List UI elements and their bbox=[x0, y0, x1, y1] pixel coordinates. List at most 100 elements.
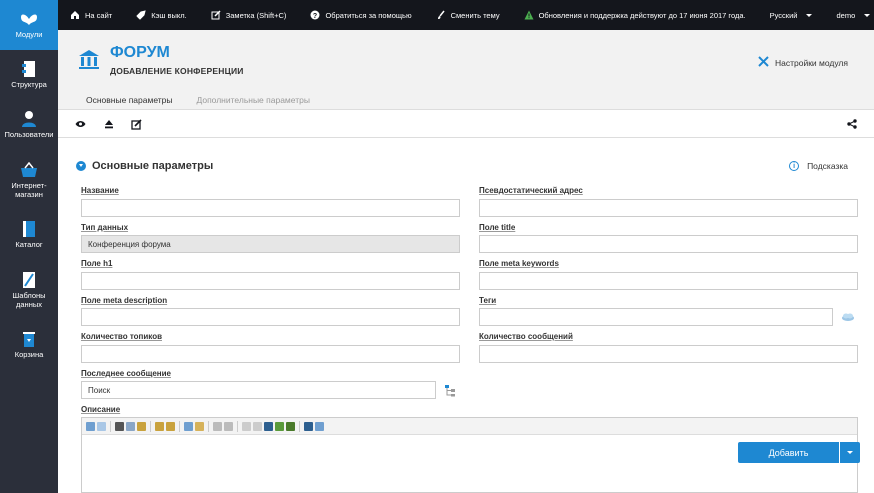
user-label: demo bbox=[836, 10, 856, 20]
copy-icon[interactable] bbox=[126, 421, 135, 431]
tree-select-icon[interactable] bbox=[443, 383, 457, 397]
question-icon: ? bbox=[310, 10, 320, 20]
description-label: Описание bbox=[81, 405, 121, 414]
link-icon[interactable] bbox=[242, 421, 251, 431]
name-label: Название bbox=[81, 186, 119, 195]
paste-icon[interactable] bbox=[137, 421, 146, 431]
pseudo-address-label: Псевдостатический адрес bbox=[479, 186, 583, 195]
book-icon bbox=[20, 220, 38, 238]
remove-format-icon[interactable] bbox=[195, 421, 204, 431]
help-label: Обратиться за помощью bbox=[325, 10, 412, 20]
chevron-down-icon bbox=[847, 451, 853, 454]
user-menu[interactable]: demo bbox=[824, 0, 874, 30]
chevron-down-icon bbox=[864, 13, 871, 17]
module-settings-button[interactable]: Настройки модуля bbox=[758, 56, 848, 69]
sidebar-item-templates[interactable]: Шаблоны данных bbox=[0, 260, 58, 320]
info-icon: i bbox=[789, 161, 800, 171]
theme-label: Сменить тему bbox=[450, 10, 500, 20]
select-all-icon[interactable] bbox=[184, 421, 193, 431]
sidebar: Модули Структура Пользователи Интернет-м… bbox=[0, 0, 58, 493]
media-icon[interactable] bbox=[286, 421, 295, 431]
sidebar-item-label: Интернет-магазин bbox=[11, 180, 47, 199]
fullscreen-icon[interactable] bbox=[97, 421, 106, 431]
share-icon[interactable] bbox=[846, 118, 858, 130]
topics-count-input[interactable] bbox=[81, 345, 460, 363]
add-options-button[interactable] bbox=[840, 442, 860, 463]
name-input[interactable] bbox=[81, 199, 460, 217]
page-title: ФОРУМ bbox=[110, 44, 170, 61]
action-toolbar bbox=[58, 110, 874, 138]
brush-icon bbox=[436, 10, 446, 20]
edit-icon[interactable] bbox=[130, 118, 142, 130]
h1-label: Поле h1 bbox=[81, 259, 113, 268]
tags-input[interactable] bbox=[479, 308, 833, 326]
unlink-icon[interactable] bbox=[253, 421, 262, 431]
sidebar-item-structure[interactable]: Структура bbox=[0, 50, 58, 100]
forum-building-icon bbox=[78, 48, 100, 70]
meta-description-input[interactable] bbox=[81, 308, 460, 326]
redo-icon[interactable] bbox=[224, 421, 233, 431]
datatype-field: Конференция форума bbox=[81, 235, 460, 253]
image-icon[interactable] bbox=[275, 421, 284, 431]
rocket-icon bbox=[136, 10, 146, 20]
editor-toolbar bbox=[82, 418, 857, 435]
cache-toggle[interactable]: Кэш выкл. bbox=[124, 0, 199, 30]
section-header[interactable]: Основные параметры bbox=[76, 160, 213, 172]
last-message-input[interactable]: Поиск bbox=[81, 381, 436, 399]
sidebar-item-label: Шаблоны данных bbox=[12, 290, 46, 309]
preview-icon[interactable] bbox=[86, 421, 95, 431]
warning-icon bbox=[524, 10, 534, 20]
sidebar-item-catalog[interactable]: Каталог bbox=[0, 210, 58, 260]
sidebar-item-users[interactable]: Пользователи bbox=[0, 100, 58, 150]
html-source-icon[interactable] bbox=[315, 421, 324, 431]
meta-keywords-label: Поле meta keywords bbox=[479, 259, 559, 268]
top-bar: На сайт Кэш выкл. Заметка (Shift+C) ? Об… bbox=[58, 0, 874, 30]
eject-icon[interactable] bbox=[103, 118, 115, 130]
basket-icon bbox=[20, 161, 38, 179]
update-label: Обновления и поддержка действуют до 17 и… bbox=[538, 10, 746, 20]
structure-icon bbox=[20, 60, 38, 78]
language-select[interactable]: Русский bbox=[758, 0, 825, 30]
special-char-icon[interactable] bbox=[304, 421, 313, 431]
note-button[interactable]: Заметка (Shift+C) bbox=[199, 0, 299, 30]
update-notice[interactable]: Обновления и поддержка действуют до 17 и… bbox=[512, 0, 758, 30]
hint-button[interactable]: i Подсказка bbox=[789, 161, 848, 171]
topics-count-label: Количество топиков bbox=[81, 332, 162, 341]
tools-icon bbox=[758, 56, 769, 69]
undo-icon[interactable] bbox=[213, 421, 222, 431]
sidebar-item-modules[interactable]: Модули bbox=[0, 0, 58, 50]
sidebar-item-shop[interactable]: Интернет-магазин bbox=[0, 150, 58, 210]
tab-bar: Основные параметры Дополнительные параме… bbox=[58, 90, 874, 110]
page-subtitle: ДОБАВЛЕНИЕ КОНФЕРЕНЦИИ bbox=[110, 66, 244, 76]
chevron-down-icon bbox=[806, 13, 813, 17]
to-site-link[interactable]: На сайт bbox=[58, 0, 124, 30]
edit-icon bbox=[211, 10, 221, 20]
paste-word-icon[interactable] bbox=[166, 421, 175, 431]
pseudo-address-input[interactable] bbox=[479, 199, 858, 217]
anchor-icon[interactable] bbox=[264, 421, 273, 431]
help-button[interactable]: ? Обратиться за помощью bbox=[298, 0, 423, 30]
tag-cloud-icon[interactable] bbox=[841, 310, 855, 324]
title-input[interactable] bbox=[479, 235, 858, 253]
to-site-label: На сайт bbox=[85, 10, 113, 20]
cut-icon[interactable] bbox=[115, 421, 124, 431]
main-content: Основные параметры i Подсказка Название … bbox=[58, 138, 874, 493]
sidebar-item-label: Модули bbox=[15, 30, 43, 40]
add-button[interactable]: Добавить bbox=[738, 442, 839, 463]
messages-count-input[interactable] bbox=[479, 345, 858, 363]
h1-input[interactable] bbox=[81, 272, 460, 290]
sidebar-item-trash[interactable]: Корзина bbox=[0, 320, 58, 370]
cache-label: Кэш выкл. bbox=[151, 10, 187, 20]
recycle-bin-icon bbox=[20, 330, 38, 348]
tab-main-params[interactable]: Основные параметры bbox=[86, 90, 173, 105]
meta-keywords-input[interactable] bbox=[479, 272, 858, 290]
theme-button[interactable]: Сменить тему bbox=[424, 0, 512, 30]
hint-label: Подсказка bbox=[807, 161, 848, 171]
paste-text-icon[interactable] bbox=[155, 421, 164, 431]
eye-icon[interactable] bbox=[74, 118, 86, 130]
tab-extra-params[interactable]: Дополнительные параметры bbox=[197, 90, 310, 105]
collapse-icon bbox=[76, 161, 86, 171]
last-message-label: Последнее сообщение bbox=[81, 369, 171, 378]
home-icon bbox=[70, 10, 80, 20]
butterfly-icon bbox=[20, 10, 38, 28]
